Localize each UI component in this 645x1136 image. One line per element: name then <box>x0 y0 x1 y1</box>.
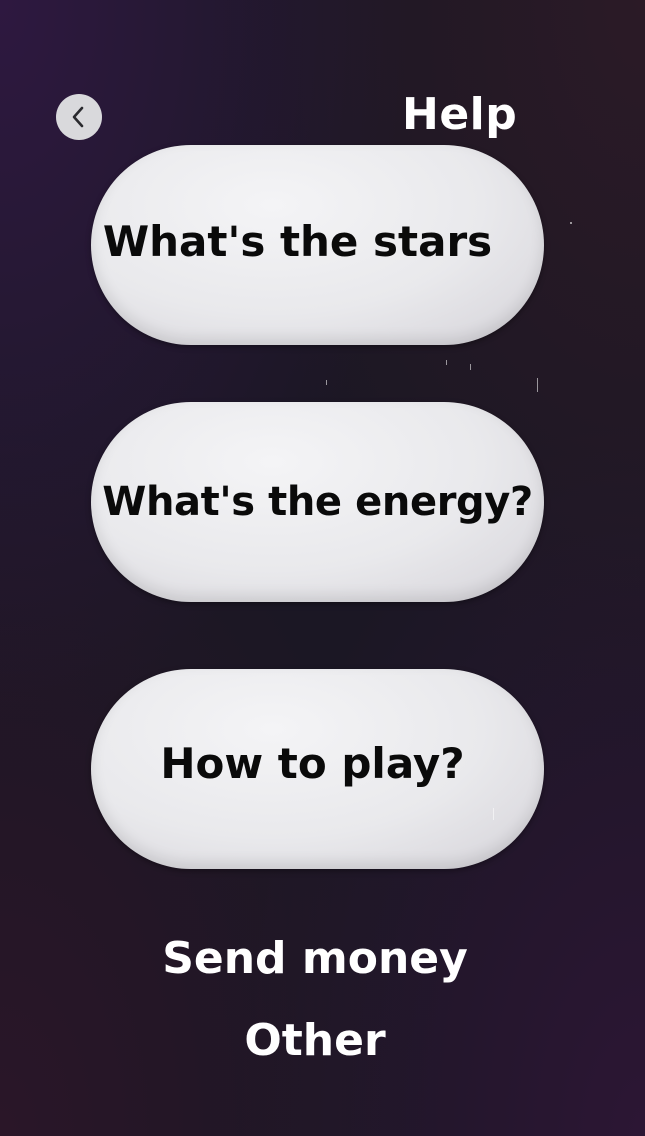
energy-help-button[interactable]: What's the energy? <box>91 402 544 602</box>
page-title: Help <box>402 89 518 140</box>
chevron-left-icon <box>69 105 89 129</box>
background-speck <box>537 378 538 392</box>
background-speck <box>446 360 447 365</box>
other-link[interactable]: Other <box>0 1013 630 1069</box>
energy-help-label: What's the energy? <box>102 479 533 525</box>
background-speck <box>470 364 471 370</box>
how-to-play-button[interactable]: How to play? <box>91 669 544 869</box>
background-speck <box>326 380 327 385</box>
background-speck <box>493 808 494 820</box>
send-money-link[interactable]: Send money <box>0 931 630 987</box>
stars-help-label: What's the stars <box>102 217 493 266</box>
background-speck <box>570 222 572 224</box>
back-button[interactable] <box>56 94 102 140</box>
how-to-play-label: How to play? <box>160 739 465 788</box>
stars-help-button[interactable]: What's the stars <box>91 145 544 345</box>
